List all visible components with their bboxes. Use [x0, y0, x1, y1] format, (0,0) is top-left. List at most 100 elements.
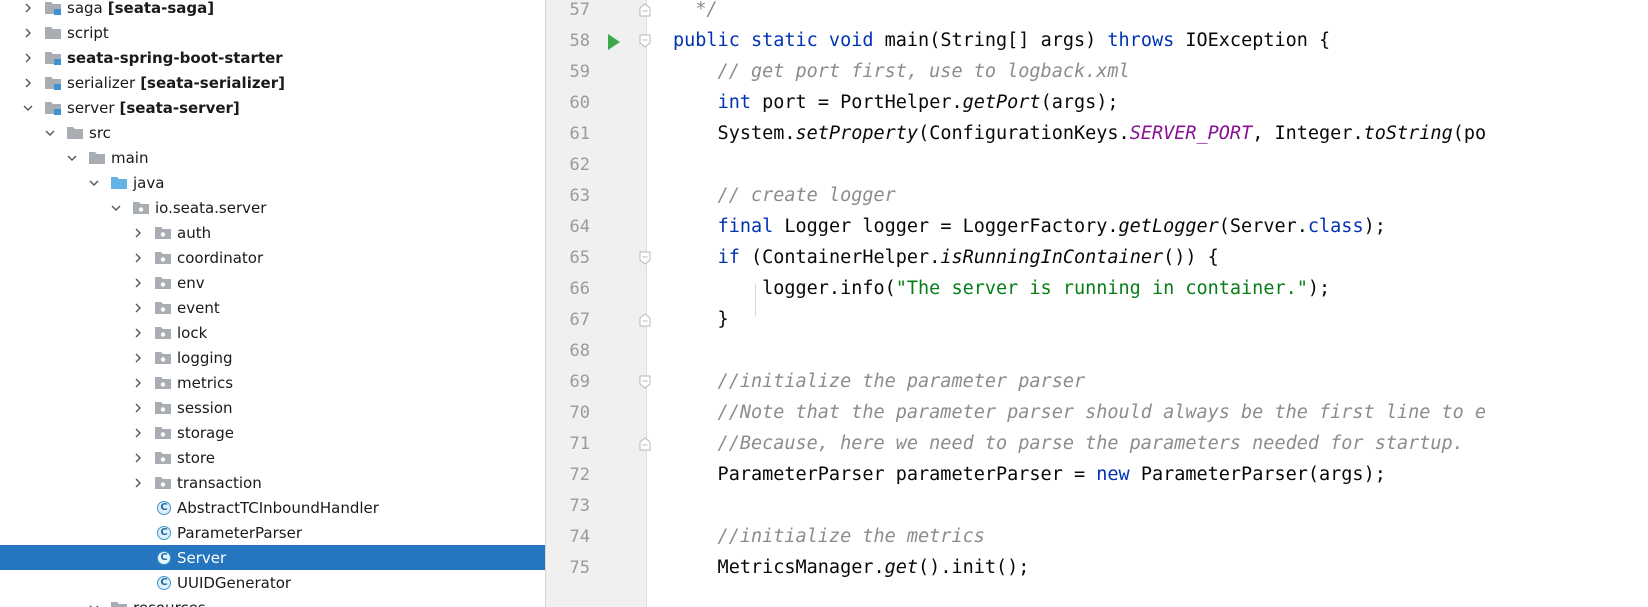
tree-item-logging[interactable]: logging: [0, 345, 545, 370]
code-line[interactable]: ParameterParser parameterParser = new Pa…: [673, 459, 1386, 491]
tree-item-server[interactable]: server [seata-server]: [0, 95, 545, 120]
run-icon[interactable]: [608, 34, 620, 50]
chevron-right-icon[interactable]: [22, 27, 34, 39]
tree-item-seata-spring-boot-starter[interactable]: seata-spring-boot-starter: [0, 45, 545, 70]
tree-item-transaction[interactable]: transaction: [0, 470, 545, 495]
code-line[interactable]: //initialize the parameter parser: [673, 366, 1086, 398]
code-token: //initialize the parameter parser: [673, 371, 1086, 392]
chevron-down-icon[interactable]: [88, 602, 100, 607]
tree-item-env[interactable]: env: [0, 270, 545, 295]
fold-icon[interactable]: [639, 374, 651, 389]
tree-item-script[interactable]: script: [0, 20, 545, 45]
chevron-down-icon[interactable]: [110, 202, 122, 214]
chevron-down-icon[interactable]: [22, 102, 34, 114]
tree-item-saga[interactable]: saga [seata-saga]: [0, 0, 545, 20]
tree-item-uuidgenerator[interactable]: C UUIDGenerator: [0, 570, 545, 595]
code-line[interactable]: MetricsManager.get().init();: [673, 552, 1030, 584]
tree-item-event[interactable]: event: [0, 295, 545, 320]
code-line[interactable]: System.setProperty(ConfigurationKeys.SER…: [673, 118, 1487, 150]
chevron-right-icon[interactable]: [132, 477, 144, 489]
chevron-right-icon[interactable]: [132, 252, 144, 264]
code-token: SERVER_PORT: [1129, 123, 1253, 144]
chevron-down-icon[interactable]: [88, 177, 100, 189]
code-token: getPort: [962, 92, 1041, 113]
gutter-line: 64: [546, 211, 646, 243]
tree-item-storage[interactable]: storage: [0, 420, 545, 445]
package-icon: [154, 275, 172, 290]
chevron-right-icon[interactable]: [132, 377, 144, 389]
chevron-down-icon[interactable]: [44, 127, 56, 139]
fold-icon[interactable]: [639, 436, 651, 451]
code-line[interactable]: public static void main(String[] args) t…: [673, 25, 1330, 57]
folder-icon: [110, 600, 128, 607]
code-token: (Server.: [1218, 216, 1308, 237]
chevron-down-icon[interactable]: [66, 152, 78, 164]
tree-item-io-seata-server[interactable]: io.seata.server: [0, 195, 545, 220]
chevron-right-icon[interactable]: [132, 227, 144, 239]
code-line[interactable]: //initialize the metrics: [673, 521, 985, 553]
tree-item-main[interactable]: main: [0, 145, 545, 170]
fold-icon[interactable]: [639, 33, 651, 48]
chevron-right-icon[interactable]: [22, 77, 34, 89]
package-icon: [154, 450, 172, 465]
class-icon: C: [157, 525, 171, 540]
tree-item-label: env: [177, 273, 205, 292]
code-token: if: [717, 247, 751, 268]
code-editor[interactable]: */ public static void main(String[] args)…: [647, 0, 1648, 607]
gutter-line: 75: [546, 552, 646, 584]
fold-icon[interactable]: [639, 2, 651, 17]
chevron-right-icon[interactable]: [132, 277, 144, 289]
code-line[interactable]: // create logger: [673, 180, 896, 212]
gutter-line: 71: [546, 428, 651, 460]
code-line[interactable]: logger.info("The server is running in co…: [673, 273, 1330, 305]
code-line[interactable]: //Note that the parameter parser should …: [673, 397, 1487, 429]
code-line[interactable]: //Because, here we need to parse the par…: [673, 428, 1464, 460]
code-line[interactable]: if (ContainerHelper.isRunningInContainer…: [673, 242, 1219, 274]
tree-item-store[interactable]: store: [0, 445, 545, 470]
line-number: 57: [569, 0, 590, 20]
code-line[interactable]: }: [673, 304, 729, 336]
tree-item-serializer[interactable]: serializer [seata-serializer]: [0, 70, 545, 95]
chevron-right-icon[interactable]: [132, 452, 144, 464]
module-name: [seata-server]: [119, 98, 240, 117]
tree-item-label: src: [89, 123, 111, 142]
code-line[interactable]: */: [673, 0, 717, 26]
folder-icon: [66, 125, 84, 140]
gutter-line: 66: [546, 273, 646, 305]
tree-item-resources[interactable]: resources: [0, 595, 545, 607]
code-line[interactable]: // get port first, use to logback.xml: [673, 56, 1130, 88]
code-line[interactable]: final Logger logger = LoggerFactory.getL…: [673, 211, 1386, 243]
fold-icon[interactable]: [639, 312, 651, 327]
gutter-line: 73: [546, 490, 646, 522]
tree-item-label: resources: [133, 599, 206, 607]
tree-item-java[interactable]: java: [0, 170, 545, 195]
chevron-right-icon[interactable]: [22, 52, 34, 64]
module-name: [seata-saga]: [107, 0, 215, 17]
tree-item-server[interactable]: C Server: [0, 545, 545, 570]
chevron-right-icon[interactable]: [132, 352, 144, 364]
module-folder-icon: [44, 75, 62, 90]
code-line[interactable]: int port = PortHelper.getPort(args);: [673, 87, 1119, 119]
tree-item-label: serializer: [67, 73, 136, 92]
tree-item-lock[interactable]: lock: [0, 320, 545, 345]
package-icon: [154, 475, 172, 490]
tree-item-parameterparser[interactable]: C ParameterParser: [0, 520, 545, 545]
gutter-line: 67: [546, 304, 651, 336]
chevron-right-icon[interactable]: [132, 302, 144, 314]
chevron-right-icon[interactable]: [132, 427, 144, 439]
tree-item-label: java: [133, 173, 165, 192]
chevron-right-icon[interactable]: [22, 2, 34, 14]
chevron-right-icon[interactable]: [132, 402, 144, 414]
tree-item-session[interactable]: session: [0, 395, 545, 420]
tree-item-metrics[interactable]: metrics: [0, 370, 545, 395]
fold-icon[interactable]: [639, 250, 651, 265]
package-icon: [154, 250, 172, 265]
tree-item-auth[interactable]: auth: [0, 220, 545, 245]
folder-icon: [44, 25, 62, 40]
code-token: setProperty: [795, 123, 919, 144]
chevron-right-icon[interactable]: [132, 327, 144, 339]
tree-item-coordinator[interactable]: coordinator: [0, 245, 545, 270]
tree-item-src[interactable]: src: [0, 120, 545, 145]
tree-item-abstracttcinboundhandler[interactable]: C AbstractTCInboundHandler: [0, 495, 545, 520]
code-token: (ConfigurationKeys.: [918, 123, 1130, 144]
